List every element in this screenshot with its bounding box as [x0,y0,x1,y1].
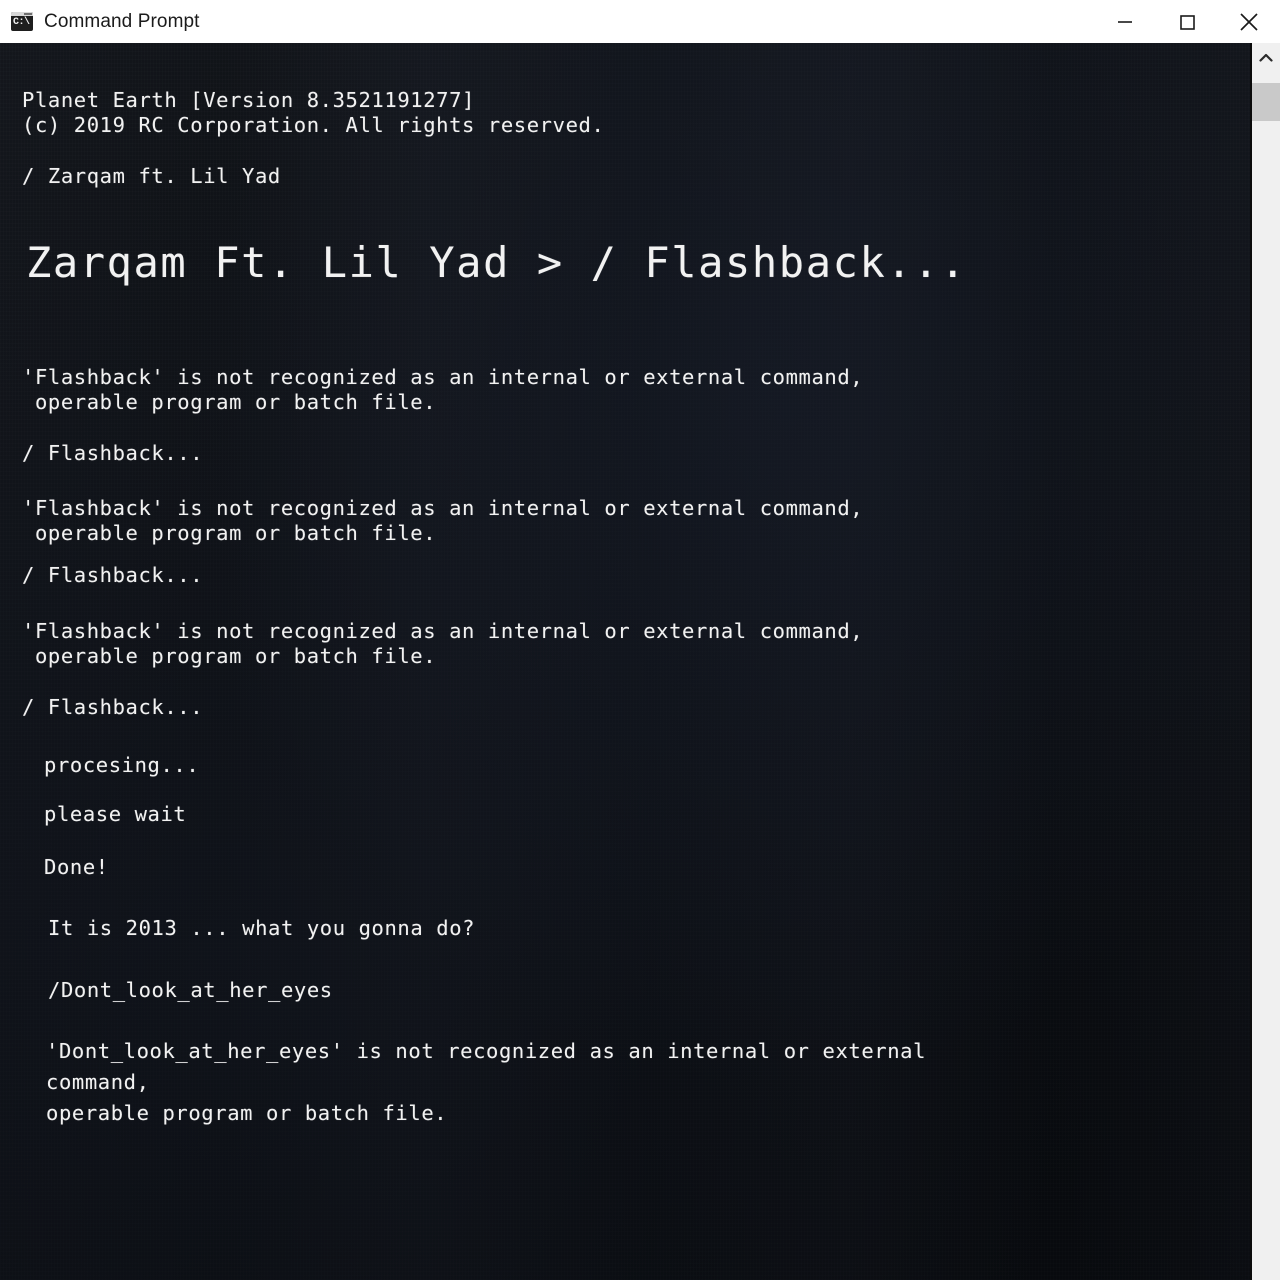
console-line-banner-copyright: (c) 2019 RC Corporation. All rights rese… [22,113,605,137]
console-line-error-3b: operable program or batch file. [22,644,437,668]
console-line-status-done: Done! [44,855,109,879]
console-output[interactable]: Planet Earth [Version 8.3521191277] (c) 2… [0,43,1250,1280]
console-line-error-4a: 'Dont_look_at_her_eyes' is not recognize… [46,1039,927,1063]
scrollbar-up-button[interactable] [1252,43,1280,73]
console-line-status-year: It is 2013 ... what you gonna do? [48,916,476,940]
window-title: Command Prompt [44,10,200,32]
close-button[interactable] [1218,0,1280,43]
cmd-icon-dots [24,13,32,15]
console-line-error-4c: operable program or batch file. [46,1101,448,1125]
console-line-error-1b: operable program or batch file. [22,390,437,414]
terminal-area: Planet Earth [Version 8.3521191277] (c) 2… [0,43,1280,1280]
console-line-prompt-flash-1: / Flashback... [22,441,204,465]
cmd-icon-label: C:\ [13,17,30,28]
maximize-button[interactable] [1156,0,1218,43]
titlebar[interactable]: C:\ Command Prompt [0,0,1280,43]
console-line-error-1a: 'Flashback' is not recognized as an inte… [22,365,864,389]
console-line-prompt-artist: / Zarqam ft. Lil Yad [22,164,281,188]
console-line-prompt-eyes: /Dont_look_at_her_eyes [48,978,333,1002]
cmd-icon: C:\ [11,12,33,31]
console-line-status-processing: procesing... [44,753,200,777]
minimize-button[interactable] [1094,0,1156,43]
console-line-error-2b: operable program or batch file. [22,521,437,545]
console-line-banner-version: Planet Earth [Version 8.3521191277] [22,88,475,112]
console-line-status-wait: please wait [44,802,187,826]
console-line-prompt-flash-3: / Flashback... [22,695,204,719]
scrollbar-track[interactable] [1252,73,1280,1280]
scrollbar-thumb[interactable] [1252,83,1280,121]
vertical-scrollbar[interactable] [1250,43,1280,1280]
console-line-error-2a: 'Flashback' is not recognized as an inte… [22,496,864,520]
console-line-error-3a: 'Flashback' is not recognized as an inte… [22,619,864,643]
console-line-prompt-flash-2: / Flashback... [22,563,204,587]
console-line-heading-track: Zarqam Ft. Lil Yad > / Flashback... [26,238,968,287]
console-line-error-4b: command, [46,1070,150,1094]
command-prompt-window: C:\ Command Prompt Planet Earth [Version… [0,0,1280,1280]
window-controls [1094,0,1280,43]
